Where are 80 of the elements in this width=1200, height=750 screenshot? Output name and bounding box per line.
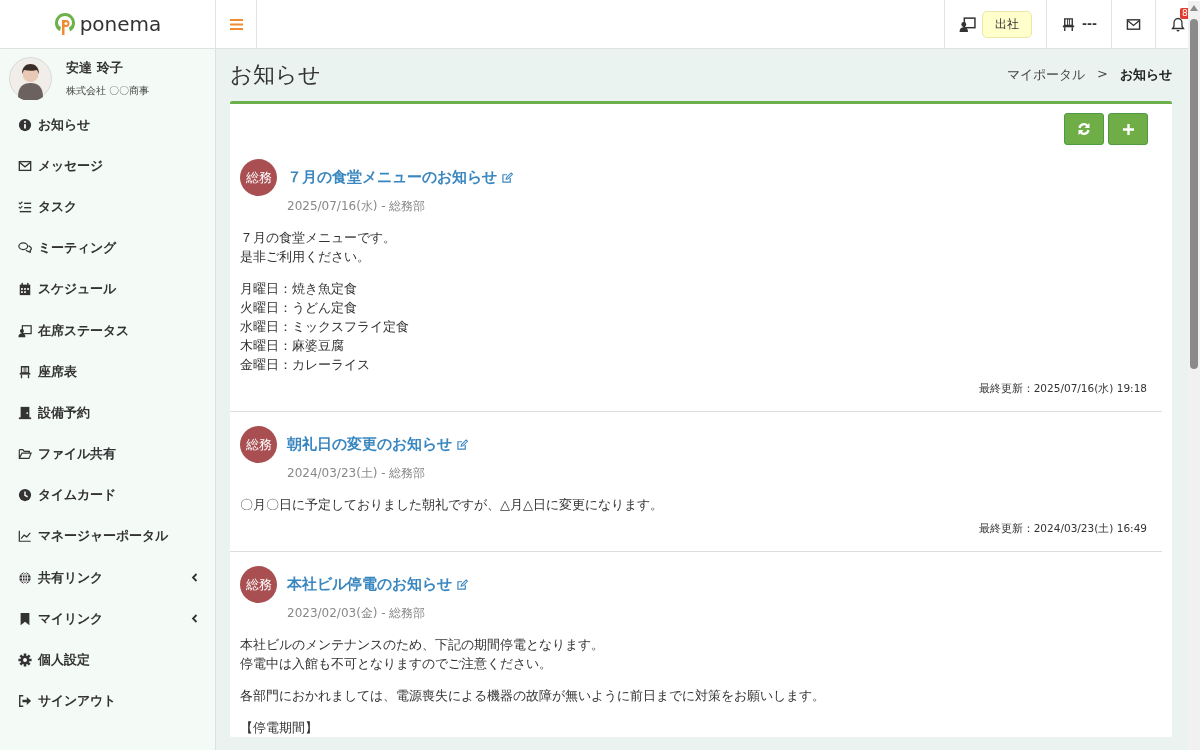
- chat-bubbles-icon: [18, 241, 32, 256]
- post-meta: 2025/07/16(水) - 総務部: [287, 198, 427, 215]
- category-badge: 総務: [240, 426, 277, 463]
- last-updated-text: 最終更新：2024/03/23(土) 16:49: [977, 522, 1148, 536]
- sidebar-item[interactable]: ファイル共有: [0, 433, 215, 475]
- edit-icon[interactable]: [502, 172, 513, 183]
- globe-icon: [18, 570, 32, 585]
- user-name: 安達 玲子: [66, 59, 124, 77]
- add-button[interactable]: [1108, 113, 1148, 145]
- info-icon: [18, 117, 32, 132]
- post-text-line: 本社ビルのメンテナンスのため、下記の期間停電となります。: [240, 636, 604, 654]
- person-screen-icon: [18, 323, 32, 338]
- refresh-icon: [1077, 122, 1091, 136]
- chevron-left-icon: [191, 614, 198, 624]
- sidebar-item[interactable]: タスク: [0, 186, 215, 228]
- sidebar-item[interactable]: マネージャーポータル: [0, 515, 215, 558]
- presence-status-badge[interactable]: 出社: [982, 10, 1033, 38]
- envelope-icon: [18, 158, 32, 173]
- category-badge: 総務: [240, 159, 277, 196]
- sidebar-item[interactable]: 座席表: [0, 351, 215, 393]
- post-text-line: 各部門におかれましては、電源喪失による機器の故障が無いように前日までに対策をお願いします。: [240, 687, 825, 705]
- last-updated-text: 最終更新：2025/07/16(水) 19:18: [977, 382, 1148, 396]
- logo-text: ponema: [79, 12, 162, 36]
- chevron-left-icon: [191, 573, 198, 583]
- bookmark-icon: [18, 611, 32, 626]
- breadcrumb-link[interactable]: マイポータル: [1007, 66, 1086, 84]
- scrollbar-thumb[interactable]: [1190, 19, 1198, 369]
- breadcrumb-separator: >: [1097, 66, 1108, 83]
- post-text-line: 月曜日：焼き魚定食: [240, 280, 357, 298]
- post-meta: 2023/02/03(金) - 総務部: [287, 605, 427, 622]
- post-text-line: 〇月〇日に予定しておりました朝礼ですが、△月△日に変更になります。: [240, 496, 663, 514]
- sign-out-icon: [18, 694, 32, 709]
- sidebar-item[interactable]: 在席ステータス: [0, 309, 215, 352]
- edit-icon[interactable]: [457, 439, 468, 450]
- chair-icon[interactable]: [1061, 16, 1077, 32]
- post-text-line: 金曜日：カレーライス: [240, 356, 370, 374]
- avatar-icon: [9, 57, 52, 100]
- post-text-line: 是非ご利用ください。: [240, 248, 370, 266]
- edit-icon[interactable]: [457, 579, 468, 590]
- line-chart-icon: [18, 529, 32, 544]
- company-name: 株式会社 〇〇商事: [66, 84, 150, 98]
- breadcrumb-current: お知らせ: [1120, 66, 1172, 84]
- refresh-button[interactable]: [1064, 113, 1104, 145]
- sidebar-item[interactable]: メッセージ: [0, 145, 215, 187]
- menu-icon[interactable]: [229, 18, 243, 30]
- folder-icon: [18, 447, 32, 462]
- post-text-line: 【停電期間】: [240, 719, 318, 737]
- door-icon: [18, 405, 32, 420]
- plus-icon: [1121, 122, 1135, 136]
- sidebar-item[interactable]: マイリンク: [0, 598, 215, 640]
- sidebar-item[interactable]: 共有リンク: [0, 557, 215, 599]
- scroll-up-arrow-icon[interactable]: [1190, 5, 1198, 11]
- post-meta: 2024/03/23(土) - 総務部: [287, 465, 427, 482]
- post-text-line: 木曜日：麻婆豆腐: [240, 337, 344, 355]
- logo-icon: [53, 12, 76, 36]
- post-title-link[interactable]: 朝礼日の変更のお知らせ: [287, 435, 468, 454]
- settings-icon: [18, 653, 32, 668]
- checklist-icon: [18, 199, 32, 214]
- sidebar-item[interactable]: サインアウト: [0, 680, 215, 722]
- category-badge: 総務: [240, 566, 277, 603]
- post-text-line: 停電中は入館も不可となりますのでご注意ください。: [240, 655, 552, 673]
- sidebar-item[interactable]: ミーティング: [0, 227, 215, 269]
- presence-icon[interactable]: [959, 15, 977, 33]
- post-text-line: 火曜日：うどん定食: [240, 299, 357, 317]
- notification-bell-icon[interactable]: [1171, 16, 1185, 32]
- sidebar-item[interactable]: タイムカード: [0, 474, 215, 516]
- seat-label: ---: [1082, 17, 1097, 31]
- chair-icon: [18, 364, 32, 379]
- envelope-icon[interactable]: [1126, 16, 1141, 32]
- post-title-link[interactable]: ７月の食堂メニューのお知らせ: [287, 168, 513, 187]
- sidebar-item[interactable]: スケジュール: [0, 268, 215, 310]
- post-text-line: 水曜日：ミックスフライ定食: [240, 318, 409, 336]
- post-text-line: ７月の食堂メニューです。: [240, 229, 396, 247]
- calendar-icon: [18, 282, 32, 297]
- sidebar-item[interactable]: 設備予約: [0, 392, 215, 434]
- page-title: お知らせ: [230, 61, 322, 89]
- sidebar-item[interactable]: 個人設定: [0, 639, 215, 681]
- post-title-link[interactable]: 本社ビル停電のお知らせ: [287, 575, 468, 594]
- clock-icon: [18, 488, 32, 503]
- sidebar-item[interactable]: お知らせ: [0, 104, 215, 146]
